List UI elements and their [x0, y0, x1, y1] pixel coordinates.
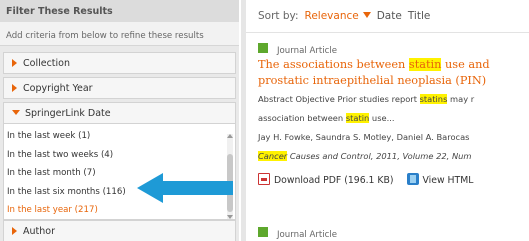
- result-item: Journal Article: [258, 227, 529, 241]
- pdf-icon: [258, 173, 270, 185]
- scroll-down-icon[interactable]: [227, 215, 233, 219]
- facet-copyright-year[interactable]: Copyright Year: [3, 77, 236, 99]
- date-option-list: In the last week (1) In the last two wee…: [3, 124, 236, 220]
- expand-triangle-icon: [12, 84, 17, 92]
- collapse-triangle-icon: [12, 110, 20, 115]
- divider: [246, 32, 529, 33]
- download-pdf-link[interactable]: Download PDF (196.1 KB): [274, 175, 394, 186]
- sort-caret-icon: [362, 12, 371, 18]
- expand-triangle-icon: [12, 59, 17, 67]
- expand-triangle-icon: [12, 227, 17, 235]
- journal-article-icon: [258, 227, 268, 237]
- result-title-link[interactable]: The associations between statin use and: [258, 57, 529, 73]
- scroll-up-icon[interactable]: [227, 134, 233, 138]
- left-pointing-arrow-icon: [137, 173, 233, 203]
- result-journal: Cancer Causes and Control, 2011, Volume …: [258, 151, 472, 161]
- view-html-link[interactable]: View HTML: [423, 175, 474, 186]
- sort-relevance[interactable]: Relevance: [305, 10, 371, 22]
- sort-title[interactable]: Title: [408, 10, 431, 22]
- facet-date-label: SpringerLink Date: [25, 108, 111, 119]
- result-title-link-line2[interactable]: prostatic intraepithelial neoplasia (PIN…: [258, 73, 529, 89]
- content-type: Journal Article: [258, 43, 529, 57]
- journal-article-icon: [258, 43, 268, 53]
- sort-bar: Sort by: Relevance Date Title: [246, 0, 529, 32]
- facet-collection[interactable]: Collection: [3, 52, 236, 74]
- facet-springerlink-date[interactable]: SpringerLink Date: [3, 102, 236, 124]
- facet-collection-label: Collection: [23, 58, 70, 69]
- result-abstract: Abstract Objective Prior studies report …: [258, 94, 475, 104]
- html-icon: [406, 173, 419, 185]
- result-item: Journal Article The associations between…: [258, 43, 529, 186]
- date-option-last-two-weeks[interactable]: In the last two weeks (4): [7, 146, 235, 165]
- result-links: Download PDF (196.1 KB) View HTML: [258, 173, 529, 186]
- date-option-last-year[interactable]: In the last year (217): [7, 201, 235, 220]
- facet-author-label: Author: [23, 226, 55, 237]
- content-type: Journal Article: [258, 227, 529, 241]
- filter-panel: Filter These Results Add criteria from b…: [0, 0, 239, 241]
- result-authors[interactable]: Jay H. Fowke, Saundra S. Motley, Daniel …: [258, 128, 529, 147]
- filter-header: Filter These Results: [0, 0, 239, 22]
- date-option-last-week[interactable]: In the last week (1): [7, 127, 235, 146]
- filter-hint: Add criteria from below to refine these …: [0, 22, 239, 46]
- results-pane: Sort by: Relevance Date Title Journal Artic…: [246, 0, 529, 241]
- facet-copyright-label: Copyright Year: [23, 83, 93, 94]
- sort-label: Sort by:: [258, 10, 299, 22]
- sort-date[interactable]: Date: [377, 10, 402, 22]
- facet-author[interactable]: Author: [3, 220, 236, 241]
- result-abstract-line2: association between statin use...: [258, 113, 395, 123]
